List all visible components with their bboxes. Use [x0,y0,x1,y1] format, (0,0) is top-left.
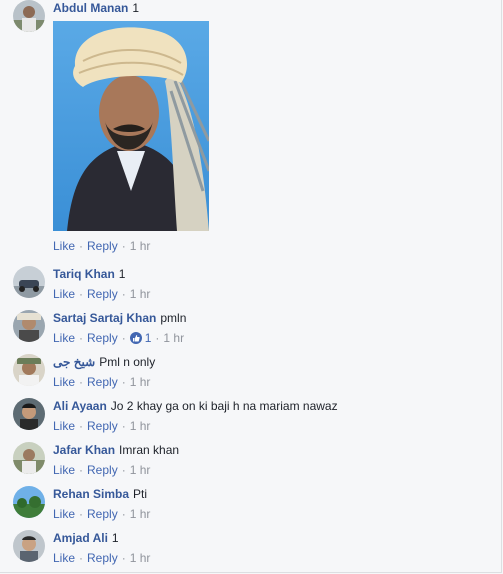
reaction-count[interactable]: 1 [145,331,152,345]
comment-author[interactable]: Amjad Ali [53,531,108,545]
comment-thread: Abdul Manan 1 Like · Reply · 1 hr Tariq … [0,0,502,573]
reply-link[interactable]: Reply [87,507,118,521]
avatar[interactable] [13,310,45,342]
comment-body: Ali Ayaan Jo 2 khay ga on ki baji h na ma… [53,399,338,433]
comment-author[interactable]: شیخ جی [53,355,95,369]
like-link[interactable]: Like [53,463,75,477]
avatar[interactable] [13,442,45,474]
like-link[interactable]: Like [53,239,75,253]
avatar[interactable] [13,398,45,430]
comment-text: Pti [133,487,148,501]
reply-link[interactable]: Reply [87,463,118,477]
avatar[interactable] [13,486,45,518]
comment-body: Rehan Simba Pti Like · Reply · 1 hr [53,487,151,521]
comment-text: 1 [118,267,126,281]
comment-author[interactable]: Abdul Manan [53,1,128,15]
comment-body: Tariq Khan 1 Like · Reply · 1 hr [53,267,151,301]
like-link[interactable]: Like [53,419,75,433]
comment-text: Pml n only [99,355,156,369]
reply-link[interactable]: Reply [87,375,118,389]
timestamp[interactable]: 1 hr [130,419,151,433]
reply-link[interactable]: Reply [87,419,118,433]
like-link[interactable]: Like [53,287,75,301]
comment-body: Abdul Manan 1 [53,0,139,16]
reply-link[interactable]: Reply [87,551,118,565]
comment-body: شیخ جی Pml n only Like · Reply · 1 hr [53,355,156,389]
timestamp[interactable]: 1 hr [130,375,151,389]
comment-text: 1 [132,1,140,15]
avatar[interactable] [13,354,45,386]
like-link[interactable]: Like [53,375,75,389]
comment-body: Amjad Ali 1 Like · Reply · 1 hr [53,531,151,565]
comment-text: pmln [160,311,187,325]
comment-body: Sartaj Sartaj Khan pmln Like · Reply · 1 · 1 hr [53,311,187,345]
comment-author[interactable]: Rehan Simba [53,487,129,501]
avatar[interactable] [13,530,45,562]
timestamp[interactable]: 1 hr [130,551,151,565]
reply-link[interactable]: Reply [87,239,118,253]
comment-author[interactable]: Ali Ayaan [53,399,107,413]
comment-author[interactable]: Tariq Khan [53,267,115,281]
avatar[interactable] [13,266,45,298]
timestamp[interactable]: 1 hr [163,331,184,345]
timestamp[interactable]: 1 hr [130,239,151,253]
timestamp[interactable]: 1 hr [130,287,151,301]
avatar[interactable] [13,0,45,32]
comment-text: Imran khan [119,443,180,457]
like-link[interactable]: Like [53,551,75,565]
comment-author[interactable]: Sartaj Sartaj Khan [53,311,156,325]
like-link[interactable]: Like [53,507,75,521]
timestamp[interactable]: 1 hr [130,507,151,521]
comment-text: 1 [111,531,119,545]
comment-author[interactable]: Jafar Khan [53,443,115,457]
like-link[interactable]: Like [53,331,75,345]
comment-body: Jafar Khan Imran khan Like · Reply · 1 hr [53,443,180,477]
comment-text: Jo 2 khay ga on ki baji h na mariam nawa… [110,399,338,413]
reply-link[interactable]: Reply [87,287,118,301]
reply-link[interactable]: Reply [87,331,118,345]
comment-actions: Like · Reply · 1 hr [53,239,151,253]
like-reaction-icon[interactable] [129,332,142,344]
timestamp[interactable]: 1 hr [130,463,151,477]
comment-photo[interactable] [53,21,209,231]
